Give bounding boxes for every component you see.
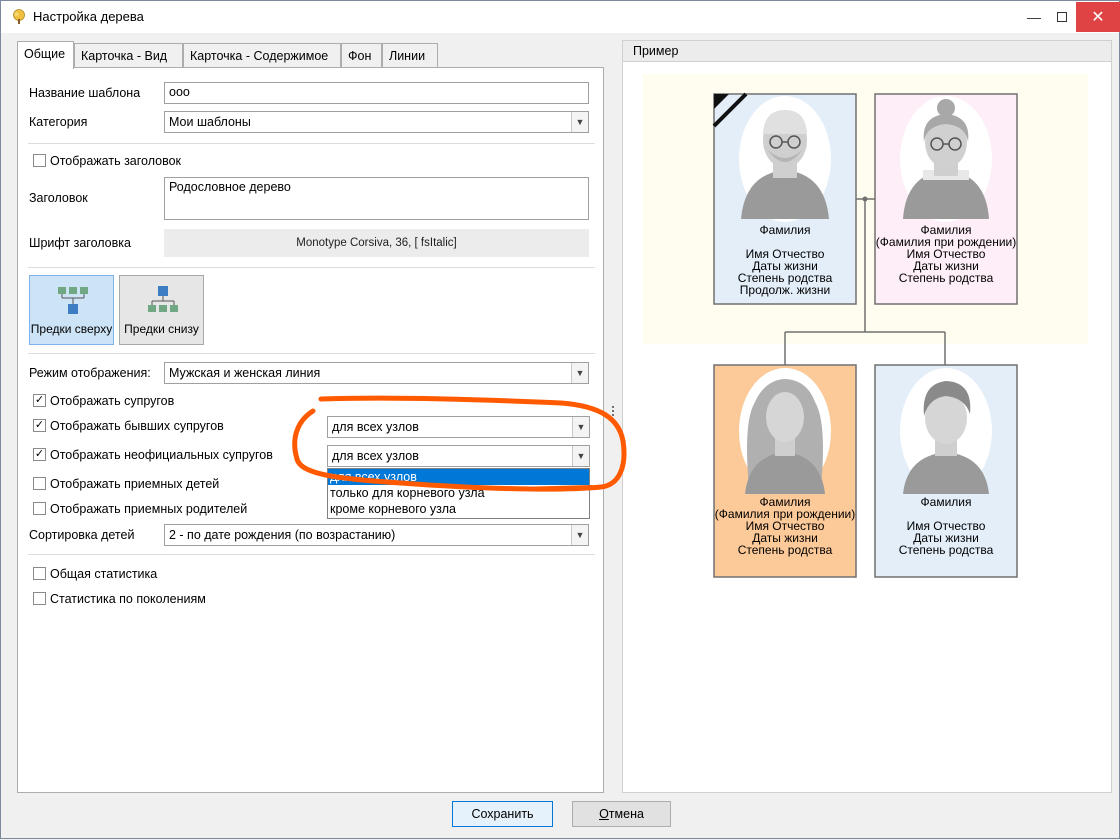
overall-stats-label: Общая статистика	[50, 567, 158, 581]
card4-line5: Степень родства	[899, 543, 994, 557]
show-adopted-children-checkbox[interactable]	[33, 477, 46, 490]
splitter-handle[interactable]	[612, 410, 614, 412]
close-button[interactable]: ✕	[1076, 2, 1120, 32]
preview-panel: Фамилия Имя Отчество Даты жизни Степень …	[622, 62, 1112, 793]
minimize-icon: —	[1027, 9, 1041, 25]
tab-label: Общие	[24, 47, 66, 61]
maximize-button[interactable]	[1045, 1, 1079, 33]
tree-preview: Фамилия Имя Отчество Даты жизни Степень …	[643, 74, 1088, 578]
show-unofficial-spouses-checkbox[interactable]: ✓	[33, 448, 46, 461]
ex-spouses-value: для всех узлов	[332, 420, 419, 434]
divider	[28, 554, 595, 555]
general-panel: Название шаблона ооо Категория Мои шабло…	[17, 67, 604, 793]
window-title: Настройка дерева	[33, 9, 144, 24]
show-adoptive-parents-checkbox[interactable]	[33, 502, 46, 515]
show-unofficial-spouses-label: Отображать неофициальных супругов	[50, 448, 273, 462]
tab-label: Карточка - Содержимое	[190, 49, 329, 63]
tab-label: Фон	[348, 49, 372, 63]
generation-stats-label: Статистика по поколениям	[50, 592, 206, 606]
show-ex-spouses-checkbox[interactable]: ✓	[33, 419, 46, 432]
sort-children-label: Сортировка детей	[29, 528, 135, 542]
tree-bottom-icon	[148, 286, 178, 312]
chevron-down-icon[interactable]: ▼	[571, 363, 588, 383]
dropdown-option-root-only[interactable]: только для корневого узла	[328, 485, 589, 501]
cancel-mnemonic: О	[599, 807, 609, 821]
category-label: Категория	[29, 115, 88, 129]
show-adoptive-parents-label: Отображать приемных родителей	[50, 502, 248, 516]
marriage-node	[862, 196, 868, 202]
cancel-label: тмена	[608, 807, 644, 821]
card3-line5: Степень родства	[738, 543, 833, 557]
display-mode-select[interactable]: Мужская и женская линия ▼	[164, 362, 589, 384]
display-mode-label: Режим отображения:	[29, 366, 151, 380]
title-bar: Настройка дерева — ✕	[1, 1, 1120, 33]
dropdown-option-all-nodes[interactable]: для всех узлов	[328, 469, 589, 485]
tab-card-view[interactable]: Карточка - Вид	[74, 43, 183, 68]
tab-card-content[interactable]: Карточка - Содержимое	[183, 43, 341, 68]
category-value: Мои шаблоны	[169, 115, 251, 129]
overall-stats-checkbox[interactable]	[33, 567, 46, 580]
show-adopted-children-label: Отображать приемных детей	[50, 477, 220, 491]
tree-app-icon	[13, 9, 25, 24]
template-name-input[interactable]: ооо	[164, 82, 589, 104]
sort-children-value: 2 - по дате рождения (по возрастанию)	[169, 528, 396, 542]
show-ex-spouses-label: Отображать бывших супругов	[50, 419, 224, 433]
splitter-handle[interactable]	[612, 406, 614, 408]
show-header-checkbox[interactable]	[33, 154, 46, 167]
chevron-down-icon[interactable]: ▼	[572, 417, 589, 437]
chevron-down-icon[interactable]: ▼	[571, 112, 588, 132]
ex-spouses-select[interactable]: для всех узлов ▼	[327, 416, 590, 438]
show-spouses-label: Отображать супругов	[50, 394, 175, 408]
sort-children-select[interactable]: 2 - по дате рождения (по возрастанию) ▼	[164, 524, 589, 546]
save-button[interactable]: Сохранить	[452, 801, 553, 827]
ancestors-top-button[interactable]: Предки сверху	[29, 275, 114, 345]
card4-line1: Фамилия	[921, 495, 972, 509]
card1-line1: Фамилия	[760, 223, 811, 237]
divider	[28, 267, 595, 268]
splitter-handle[interactable]	[612, 414, 614, 416]
header-font-button[interactable]: Monotype Corsiva, 36, [ fsItalic]	[164, 229, 589, 257]
template-name-label: Название шаблона	[29, 86, 141, 100]
card1-line6: Продолж. жизни	[740, 283, 830, 297]
tab-general[interactable]: Общие	[17, 41, 74, 69]
settings-window: Настройка дерева — ✕ Общие Карточка - Ви…	[0, 0, 1120, 839]
card2-line5: Степень родства	[899, 271, 994, 285]
divider	[28, 143, 595, 144]
maximize-icon	[1057, 12, 1067, 22]
tab-background[interactable]: Фон	[341, 43, 382, 68]
ancestors-bottom-button[interactable]: Предки снизу	[119, 275, 204, 345]
ancestors-bottom-label: Предки снизу	[124, 322, 199, 336]
unofficial-spouses-select[interactable]: для всех узлов ▼	[327, 445, 590, 467]
display-mode-value: Мужская и женская линия	[169, 366, 321, 380]
header-textarea[interactable]: Родословное дерево	[164, 177, 589, 220]
tab-lines[interactable]: Линии	[382, 43, 438, 68]
header-label: Заголовок	[29, 191, 88, 205]
chevron-down-icon[interactable]: ▼	[571, 525, 588, 545]
dropdown-option-except-root[interactable]: кроме корневого узла	[328, 501, 589, 517]
generation-stats-checkbox[interactable]	[33, 592, 46, 605]
tree-top-icon	[58, 287, 88, 314]
ancestors-top-label: Предки сверху	[30, 322, 113, 336]
show-spouses-checkbox[interactable]: ✓	[33, 394, 46, 407]
divider	[28, 353, 595, 354]
show-header-label: Отображать заголовок	[50, 154, 182, 168]
preview-header: Пример	[622, 40, 1112, 62]
close-icon: ✕	[1091, 9, 1105, 26]
tab-label: Карточка - Вид	[81, 49, 168, 63]
header-font-label: Шрифт заголовка	[29, 236, 131, 250]
unofficial-spouses-dropdown: для всех узлов только для корневого узла…	[327, 468, 590, 519]
unofficial-spouses-value: для всех узлов	[332, 449, 419, 463]
tab-label: Линии	[389, 49, 426, 63]
chevron-down-icon[interactable]: ▼	[572, 446, 589, 466]
category-select[interactable]: Мои шаблоны ▼	[164, 111, 589, 133]
cancel-button[interactable]: Отмена	[572, 801, 671, 827]
